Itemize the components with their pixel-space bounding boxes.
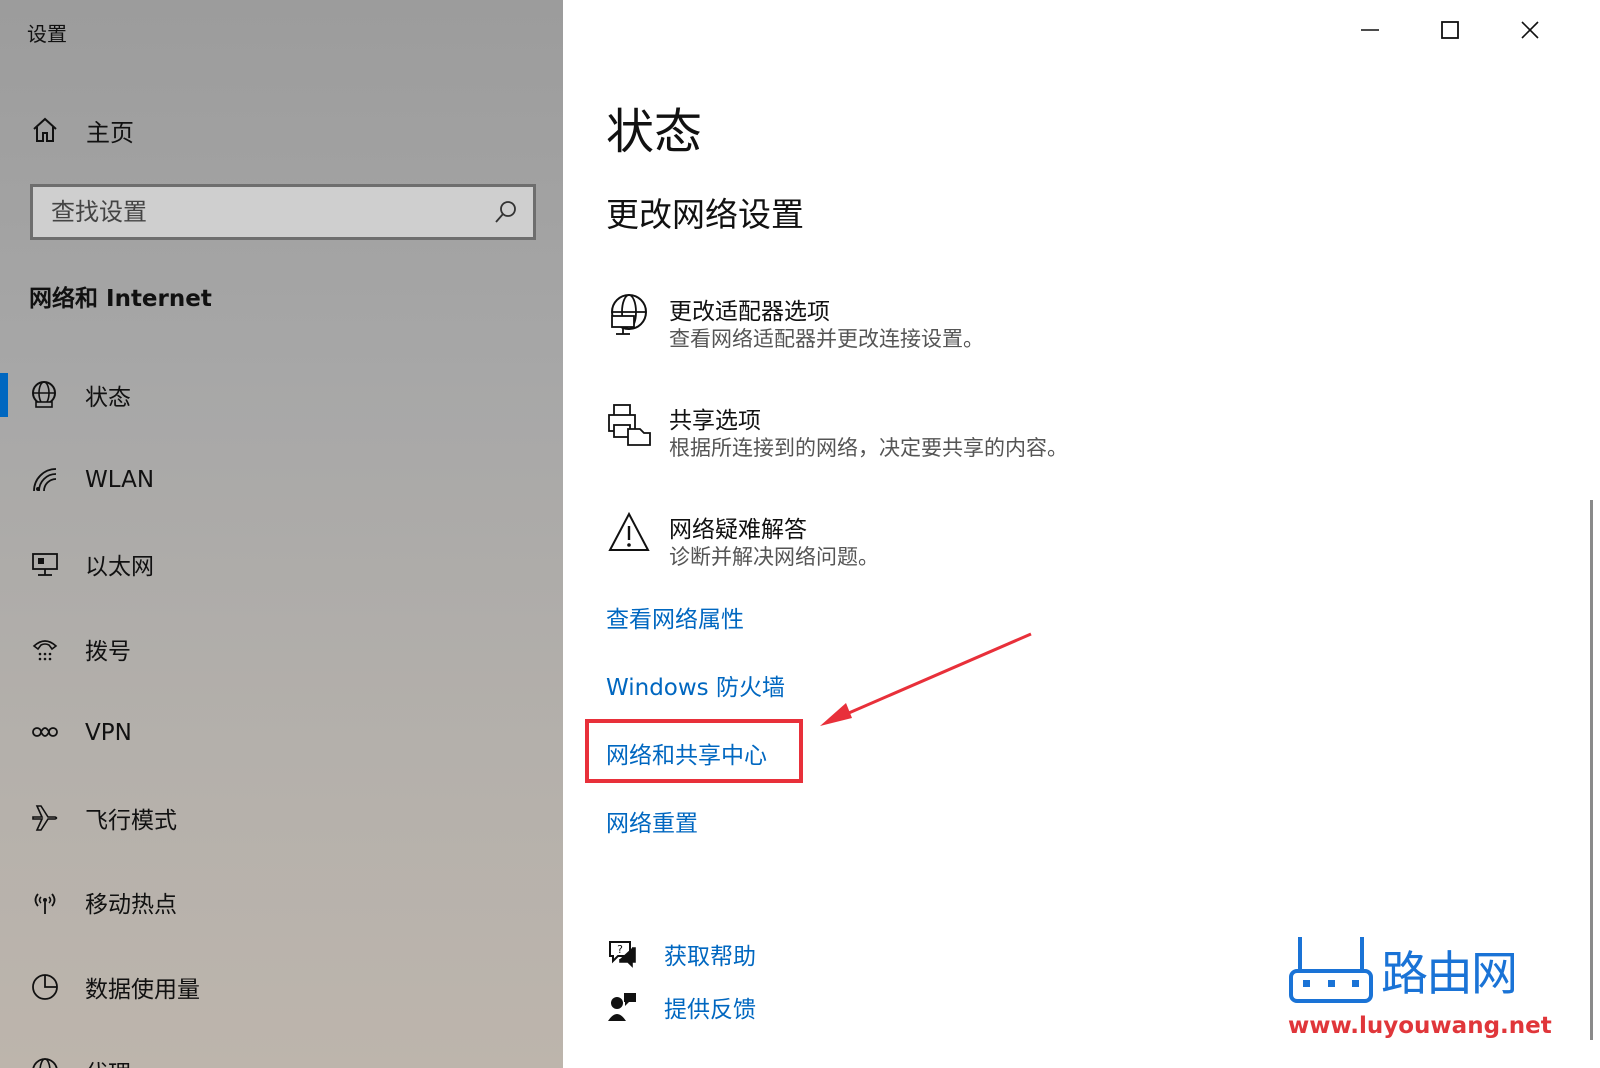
setting-title: 共享选项 <box>669 408 761 434</box>
globe-icon <box>30 380 60 410</box>
sharing-icon <box>608 404 651 446</box>
view-network-properties-link[interactable]: 查看网络属性 <box>606 600 744 634</box>
maximize-icon <box>1441 21 1459 39</box>
ethernet-icon <box>30 549 60 579</box>
annotation-highlight-box <box>585 719 803 783</box>
watermark-chars: 路由网 <box>1381 947 1518 1002</box>
sidebar: 设置 主页 网络和 Internet 状态 <box>0 0 563 1068</box>
maximize-button[interactable] <box>1410 10 1490 50</box>
annotation-arrow <box>820 632 1032 726</box>
search-icon[interactable] <box>493 199 519 225</box>
section-subtitle: 更改网络设置 <box>606 195 804 234</box>
sidebar-item-airplane[interactable]: 飞行模式 <box>0 776 563 861</box>
close-button[interactable] <box>1490 10 1570 50</box>
settings-window: 设置 主页 网络和 Internet 状态 <box>0 0 1600 1068</box>
sidebar-item-data-usage[interactable]: 数据使用量 <box>0 945 563 1030</box>
sharing-options-setting[interactable]: 共享选项 根据所连接到的网络，决定要共享的内容。 <box>606 401 1406 481</box>
home-icon <box>33 117 57 142</box>
setting-description: 查看网络适配器并更改连接设置。 <box>669 327 984 351</box>
sidebar-item-proxy[interactable]: 代理 <box>0 1029 563 1068</box>
adapter-options-setting[interactable]: 更改适配器选项 查看网络适配器并更改连接设置。 <box>606 292 1406 372</box>
get-help-label: 获取帮助 <box>664 944 756 970</box>
sidebar-item-label: WLAN <box>85 466 155 493</box>
sidebar-item-label: 状态 <box>85 385 131 412</box>
router-logo-icon <box>1289 937 1373 1003</box>
setting-title: 更改适配器选项 <box>669 299 830 325</box>
hotspot-icon <box>30 887 60 917</box>
home-nav[interactable]: 主页 <box>30 107 530 153</box>
give-feedback-label: 提供反馈 <box>664 997 756 1023</box>
dialup-icon <box>30 634 60 664</box>
warning-icon <box>608 511 650 551</box>
network-reset-link[interactable]: 网络重置 <box>606 804 698 838</box>
minimize-icon <box>1361 29 1379 31</box>
sidebar-item-label: VPN <box>85 720 132 747</box>
help-chat-icon: ? <box>609 941 636 968</box>
adapter-globe-icon <box>611 294 647 335</box>
sidebar-item-hotspot[interactable]: 移动热点 <box>0 860 563 945</box>
sidebar-item-label: 代理 <box>85 1054 131 1068</box>
search-input[interactable] <box>33 187 481 237</box>
vpn-icon <box>30 718 60 748</box>
sidebar-item-dialup[interactable]: 拨号 <box>0 607 563 692</box>
home-label: 主页 <box>86 118 134 147</box>
troubleshoot-setting[interactable]: 网络疑难解答 诊断并解决网络问题。 <box>606 510 1406 590</box>
give-feedback-link[interactable]: 提供反馈 <box>606 990 756 1024</box>
scrollbar[interactable] <box>1590 500 1593 1040</box>
airplane-icon <box>30 803 60 833</box>
wifi-icon <box>30 465 60 495</box>
sidebar-item-vpn[interactable]: VPN <box>0 691 563 776</box>
windows-firewall-link[interactable]: Windows 防火墙 <box>606 668 785 702</box>
get-help-link[interactable]: ? 获取帮助 <box>606 937 756 971</box>
close-icon <box>1521 21 1539 39</box>
sidebar-item-label: 数据使用量 <box>85 976 200 1003</box>
title-bar-controls <box>1330 10 1570 50</box>
page-title: 状态 <box>606 104 703 160</box>
section-title: 网络和 Internet <box>29 286 212 312</box>
globe-icon <box>30 1056 60 1068</box>
svg-text:?: ? <box>617 943 623 956</box>
setting-description: 诊断并解决网络问题。 <box>669 545 879 569</box>
watermark-logo: 路由网 www.luyouwang.net <box>1288 935 1552 1045</box>
app-title: 设置 <box>27 22 67 46</box>
sidebar-item-label: 以太网 <box>85 554 154 581</box>
sidebar-item-label: 飞行模式 <box>85 807 177 834</box>
watermark-url: www.luyouwang.net <box>1288 1013 1552 1039</box>
sidebar-item-wlan[interactable]: WLAN <box>0 438 563 523</box>
main-content: 状态 更改网络设置 更改适配器选项 查看网络适配器并更改连接设置。 共享选项 根… <box>563 0 1600 1068</box>
minimize-button[interactable] <box>1330 10 1410 50</box>
search-box[interactable] <box>30 184 536 240</box>
sidebar-item-status[interactable]: 状态 <box>0 353 563 438</box>
sidebar-nav: 状态 WLAN 以太网 拨号 VPN 飞行模式 移动热点 数据使用量 <box>0 353 563 1068</box>
feedback-person-icon <box>608 993 636 1021</box>
sidebar-item-label: 移动热点 <box>85 892 177 919</box>
sidebar-item-label: 拨号 <box>85 638 131 665</box>
sidebar-item-ethernet[interactable]: 以太网 <box>0 522 563 607</box>
setting-description: 根据所连接到的网络，决定要共享的内容。 <box>669 436 1068 460</box>
data-usage-icon <box>30 972 60 1002</box>
setting-title: 网络疑难解答 <box>669 517 807 543</box>
